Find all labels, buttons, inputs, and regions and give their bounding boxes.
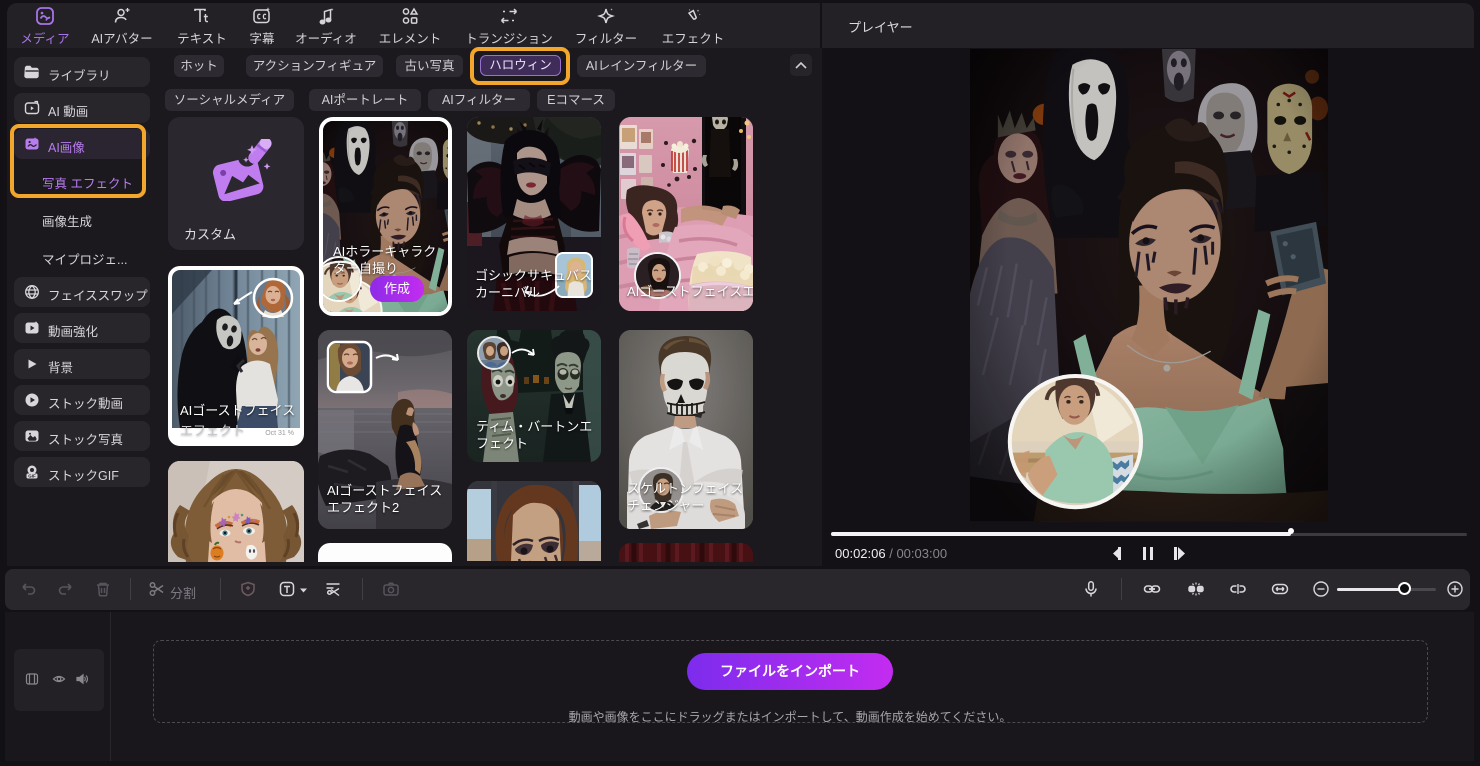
svg-text:GIF: GIF [28, 474, 36, 479]
